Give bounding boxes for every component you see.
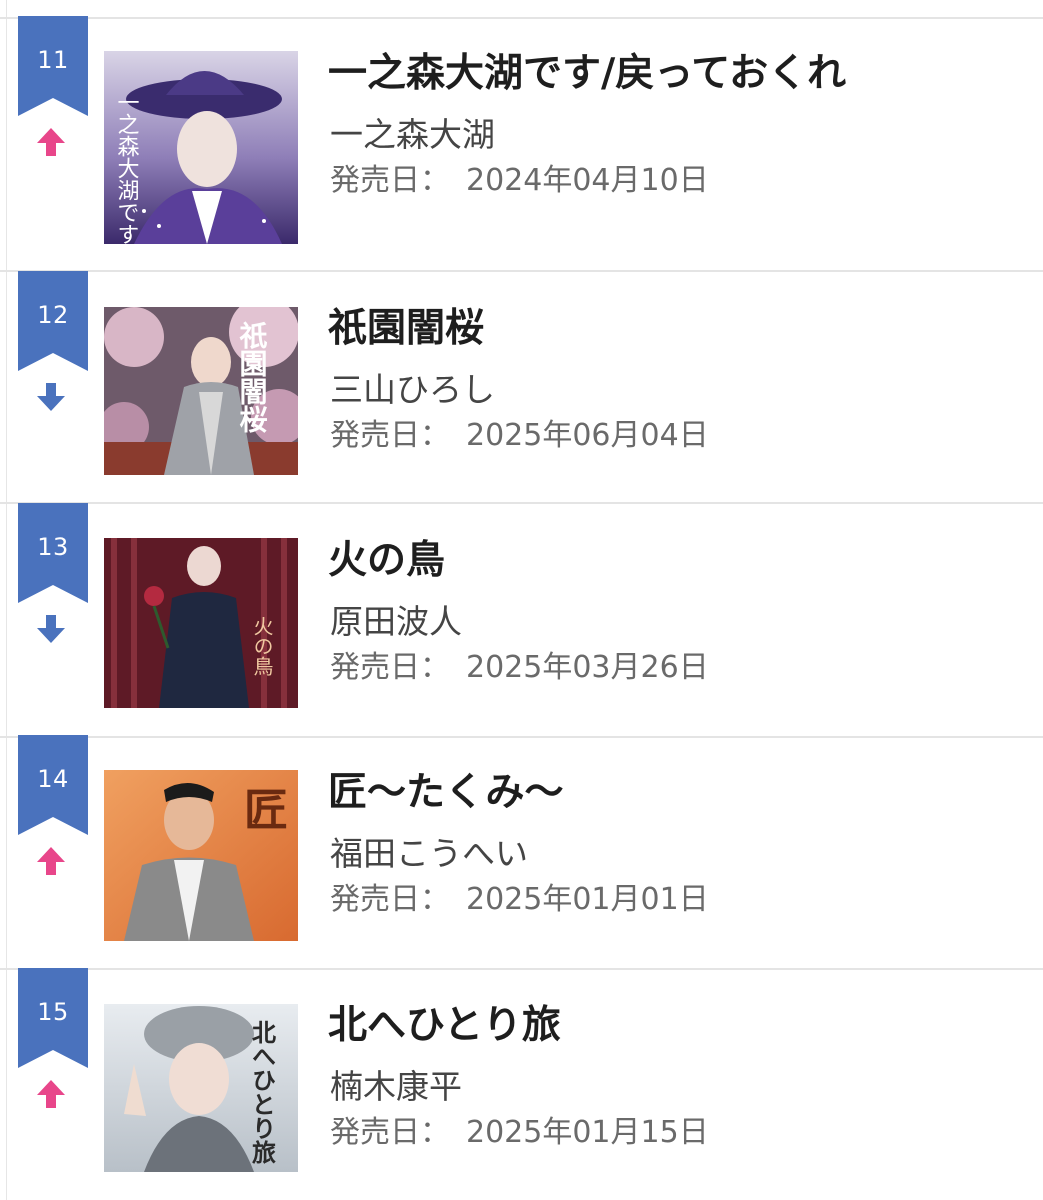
album-cover[interactable]: 火の鳥 bbox=[104, 538, 298, 708]
rank-ribbon-icon: 12 bbox=[18, 271, 88, 371]
rank-ribbon-icon: 11 bbox=[18, 16, 88, 116]
cover-text: 一之森大湖です bbox=[114, 91, 140, 244]
release-info: 発売日： 2025年06月04日 bbox=[330, 418, 709, 454]
cover-text: 北へひとり旅 bbox=[248, 1020, 277, 1164]
cover-text: 火の鳥 bbox=[250, 616, 274, 677]
release-label: 発売日： bbox=[330, 1115, 450, 1150]
release-date: 2025年01月01日 bbox=[466, 882, 709, 917]
album-cover[interactable]: 北へひとり旅 bbox=[104, 1004, 298, 1172]
release-label: 発売日： bbox=[330, 650, 450, 685]
ranking-item[interactable]: 12 祇園闇桜 祇園闇桜 三山ひろし 発売日： 2025年06月04日 bbox=[0, 271, 1043, 503]
cover-text: 匠 bbox=[244, 785, 288, 836]
artist-name: 一之森大湖 bbox=[330, 115, 495, 154]
album-cover[interactable]: 一之森大湖です bbox=[104, 51, 298, 244]
ranking-item[interactable]: 13 火の鳥 火の鳥 原田波人 発売日： 2025年03月26日 bbox=[0, 503, 1043, 735]
arrow-up-icon bbox=[37, 128, 65, 156]
ranking-page: 11 一之森大湖です 一之森大湖です/戻っておくれ 一之森大湖 発売日： 202… bbox=[0, 0, 1043, 1200]
arrow-down-icon bbox=[37, 383, 65, 411]
artist-name: 原田波人 bbox=[330, 602, 462, 641]
arrow-up-icon bbox=[37, 1080, 65, 1108]
ranking-item[interactable]: 15 北へひとり旅 北へひとり旅 楠木康平 発売日： 2025年01月15日 bbox=[0, 968, 1043, 1200]
release-date: 2025年01月15日 bbox=[466, 1115, 709, 1150]
release-info: 発売日： 2025年03月26日 bbox=[330, 650, 709, 686]
release-date: 2025年06月04日 bbox=[466, 418, 709, 453]
release-info: 発売日： 2025年01月15日 bbox=[330, 1115, 709, 1151]
ranking-list: 11 一之森大湖です 一之森大湖です/戻っておくれ 一之森大湖 発売日： 202… bbox=[0, 0, 1043, 1200]
arrow-up-icon bbox=[37, 847, 65, 875]
rank-ribbon-icon: 15 bbox=[18, 968, 88, 1068]
cover-text: 祇園闇桜 bbox=[236, 321, 269, 434]
release-label: 発売日： bbox=[330, 882, 450, 917]
artist-name: 楠木康平 bbox=[330, 1067, 462, 1106]
song-title[interactable]: 火の鳥 bbox=[328, 538, 445, 585]
artist-name: 福田こうへい bbox=[330, 834, 528, 873]
release-label: 発売日： bbox=[330, 163, 450, 198]
release-date: 2024年04月10日 bbox=[466, 163, 709, 198]
song-title[interactable]: 祇園闇桜 bbox=[328, 306, 484, 353]
album-cover[interactable]: 祇園闇桜 bbox=[104, 307, 298, 475]
rank-number: 13 bbox=[37, 533, 69, 561]
rank-number: 12 bbox=[37, 301, 69, 329]
release-date: 2025年03月26日 bbox=[466, 650, 709, 685]
ranking-item[interactable]: 14 匠 匠〜たくみ〜 福田こうへい 発売日： 2025年01月01日 bbox=[0, 735, 1043, 967]
release-info: 発売日： 2024年04月10日 bbox=[330, 163, 709, 199]
rank-number: 11 bbox=[37, 46, 69, 74]
song-title[interactable]: 北へひとり旅 bbox=[328, 1003, 561, 1050]
artist-name: 三山ひろし bbox=[330, 370, 495, 409]
ranking-item[interactable]: 11 一之森大湖です 一之森大湖です/戻っておくれ 一之森大湖 発売日： 202… bbox=[0, 16, 1043, 248]
release-info: 発売日： 2025年01月01日 bbox=[330, 882, 709, 918]
song-title[interactable]: 一之森大湖です/戻っておくれ bbox=[328, 51, 846, 98]
song-title[interactable]: 匠〜たくみ〜 bbox=[328, 770, 564, 817]
arrow-down-icon bbox=[37, 615, 65, 643]
release-label: 発売日： bbox=[330, 418, 450, 453]
album-cover[interactable]: 匠 bbox=[104, 770, 298, 941]
rank-number: 14 bbox=[37, 765, 69, 793]
rank-ribbon-icon: 13 bbox=[18, 503, 88, 603]
rank-ribbon-icon: 14 bbox=[18, 735, 88, 835]
rank-number: 15 bbox=[37, 998, 69, 1026]
